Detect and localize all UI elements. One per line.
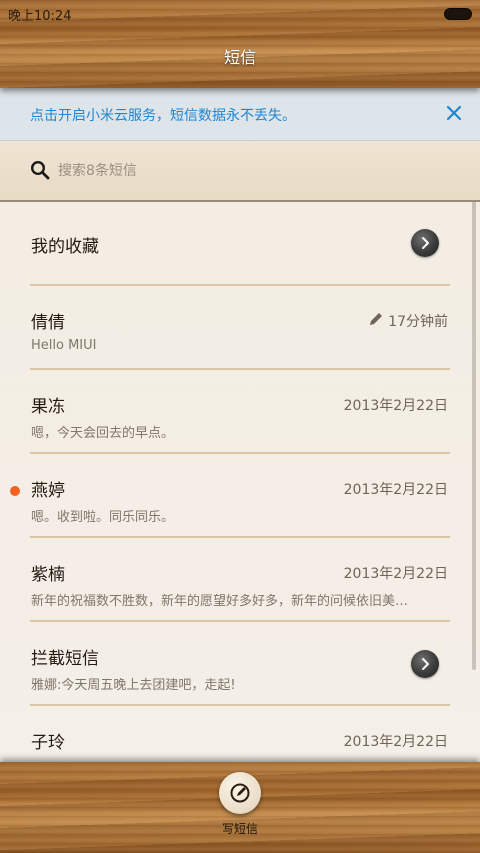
status-bar: 晚上10:24 [0, 0, 480, 26]
list-item-yanting[interactable]: 燕婷 嗯。收到啦。同乐同乐。 2013年2月22日 [0, 454, 480, 538]
conversation-date: 2013年2月22日 [343, 734, 448, 750]
conversation-list: 我的收藏 倩倩 Hello MIUI 17分钟前 果冻 嗯，今天会回去的早点。 … [0, 202, 480, 762]
conversation-name: 果冻 [31, 397, 65, 417]
header-bar: 晚上10:24 短信 [0, 0, 480, 88]
conversation-name: 紫楠 [31, 565, 65, 585]
conversation-preview: 嗯。收到啦。同乐同乐。 [31, 510, 175, 525]
search-icon [30, 160, 50, 180]
conversation-name: 子玲 [31, 733, 65, 753]
conversation-preview: 新年的祝福数不胜数，新年的愿望好多好多，新年的问候依旧美… [31, 594, 409, 609]
close-icon[interactable] [442, 101, 466, 125]
list-item-guodong[interactable]: 果冻 嗯，今天会回去的早点。 2013年2月22日 [0, 370, 480, 454]
scrollbar[interactable] [472, 200, 476, 670]
list-item-zinan[interactable]: 紫楠 新年的祝福数不胜数，新年的愿望好多好多，新年的问候依旧美… 2013年2月… [0, 538, 480, 622]
conversation-time: 17分钟前 [388, 314, 448, 330]
list-item-favorites[interactable]: 我的收藏 [0, 202, 480, 286]
conversation-preview: 雅娜:今天周五晚上去团建吧，走起! [31, 678, 236, 693]
conversation-preview: Hello MIUI [31, 338, 97, 353]
compose-label: 写短信 [221, 822, 258, 836]
compose-icon [230, 783, 250, 803]
conversation-date: 2013年2月22日 [343, 398, 448, 414]
conversation-date: 2013年2月22日 [343, 566, 448, 582]
compose-button[interactable] [219, 772, 261, 814]
list-item-qianqian[interactable]: 倩倩 Hello MIUI 17分钟前 [0, 286, 480, 370]
conversation-name: 燕婷 [31, 481, 65, 501]
banner-text[interactable]: 点击开启小米云服务，短信数据永不丢失。 [30, 105, 296, 125]
conversation-preview: 嗯，今天会回去的早点。 [31, 426, 175, 441]
list-item-ziling[interactable]: 子玲 2013年2月22日 [0, 706, 480, 762]
chevron-right-icon[interactable] [411, 229, 439, 257]
search-input[interactable] [58, 159, 438, 183]
chevron-right-icon[interactable] [411, 650, 439, 678]
conversation-name: 倩倩 [31, 313, 65, 333]
status-time: 晚上10:24 [8, 9, 72, 24]
conversation-date: 2013年2月22日 [343, 482, 448, 498]
page-title: 短信 [223, 48, 256, 67]
conversation-name: 拦截短信 [31, 649, 99, 669]
list-item-blocked[interactable]: 拦截短信 雅娜:今天周五晚上去团建吧，走起! [0, 622, 480, 706]
battery-icon [444, 8, 472, 20]
unread-indicator [10, 486, 20, 496]
pencil-icon [368, 311, 384, 331]
cloud-service-banner[interactable]: 点击开启小米云服务，短信数据永不丢失。 [0, 88, 480, 141]
conversation-name: 我的收藏 [31, 237, 99, 257]
